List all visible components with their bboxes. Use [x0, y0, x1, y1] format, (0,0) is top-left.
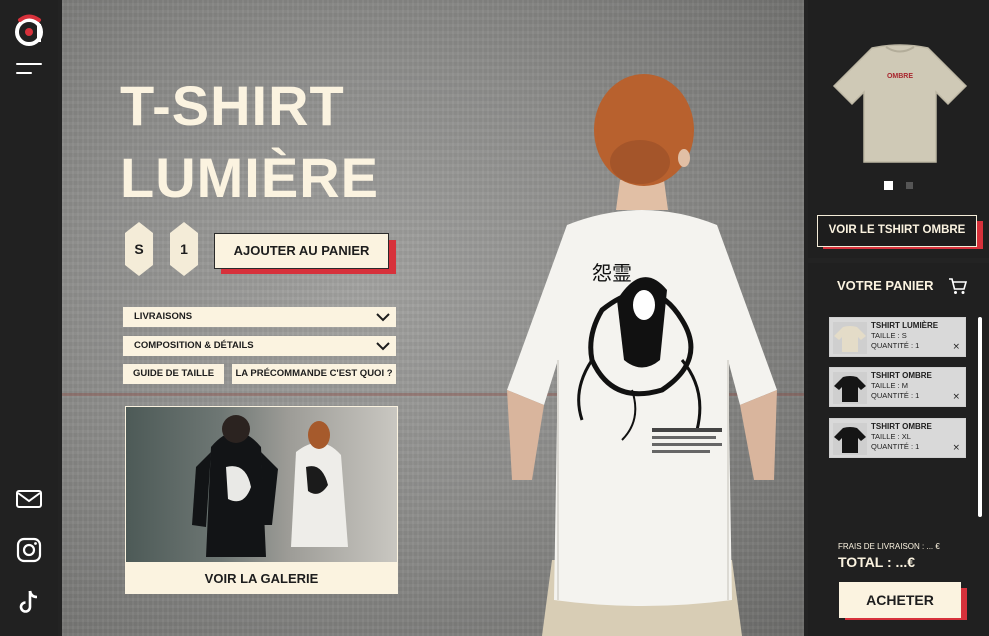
cart-item: TSHIRT LUMIÈRE TAILLE : S QUANTITÉ : 1 ×	[829, 317, 966, 357]
size-stepper[interactable]: S	[125, 222, 153, 276]
cart-title: VOTRE PANIER	[837, 278, 934, 293]
cart-panel: VOTRE PANIER TSHIRT LUMIÈRE TAILLE : S Q…	[808, 263, 989, 636]
product-preview-panel: OMBRE VOIR LE TSHIRT OMBRE	[808, 0, 989, 258]
svg-text:怨霊: 怨霊	[592, 261, 632, 285]
size-increase-arrow-icon[interactable]	[125, 222, 153, 233]
cart-item-thumbnail	[833, 372, 867, 404]
size-decrease-arrow-icon[interactable]	[125, 265, 153, 276]
quantity-value: 1	[170, 233, 198, 265]
cart-total: TOTAL : ...€	[838, 554, 916, 570]
shipping-fee: FRAIS DE LIVRAISON : ... €	[838, 542, 940, 551]
product-print-text: OMBRE	[887, 73, 913, 80]
product-title-line2: LUMIÈRE	[120, 146, 379, 209]
cart-item-size: TAILLE : M	[871, 381, 908, 390]
remove-item-icon[interactable]: ×	[952, 343, 960, 352]
product-title: T-SHIRT LUMIÈRE	[120, 70, 440, 214]
cart-item-name: TSHIRT LUMIÈRE	[871, 321, 939, 330]
tiktok-icon[interactable]	[15, 588, 43, 616]
mail-icon[interactable]	[15, 485, 43, 513]
gallery-photo	[126, 407, 397, 562]
carousel-dot-1[interactable]	[884, 181, 893, 190]
quantity-stepper[interactable]: 1	[170, 222, 198, 276]
cart-scrollbar[interactable]	[978, 317, 982, 517]
carousel-dot-2[interactable]	[906, 182, 913, 189]
instagram-icon[interactable]	[15, 536, 43, 564]
size-guide-button[interactable]: GUIDE DE TAILLE	[123, 364, 224, 384]
cart-item-size: TAILLE : S	[871, 331, 907, 340]
product-title-line1: T-SHIRT	[120, 74, 345, 137]
remove-item-icon[interactable]: ×	[952, 444, 960, 453]
gallery-label: VOIR LA GALERIE	[204, 571, 319, 586]
hero-section: 怨霊 T-SHIRT LUMIÈRE S 1 AJOUTER AU PANIER…	[62, 0, 804, 636]
cart-item: TSHIRT OMBRE TAILLE : XL QUANTITÉ : 1 ×	[829, 418, 966, 458]
product-thumbnail[interactable]: OMBRE	[832, 40, 968, 166]
model-photo: 怨霊	[507, 74, 777, 636]
accordion-label: COMPOSITION & DÉTAILS	[134, 340, 254, 351]
size-value: S	[125, 233, 153, 265]
accordion-composition[interactable]: COMPOSITION & DÉTAILS	[123, 336, 396, 356]
cart-item-thumbnail	[833, 322, 867, 354]
buy-button[interactable]: ACHETER	[839, 582, 961, 618]
see-tshirt-ombre-button[interactable]: VOIR LE TSHIRT OMBRE	[817, 215, 977, 247]
left-sidebar	[0, 0, 58, 636]
accordion-label: LIVRAISONS	[134, 311, 193, 322]
cart-item-thumbnail	[833, 423, 867, 455]
accordion-livraisons[interactable]: LIVRAISONS	[123, 307, 396, 327]
cart-item-name: TSHIRT OMBRE	[871, 422, 932, 431]
cart-item: TSHIRT OMBRE TAILLE : M QUANTITÉ : 1 ×	[829, 367, 966, 407]
shopping-cart-icon[interactable]	[948, 277, 968, 295]
cart-item-size: TAILLE : XL	[871, 432, 911, 441]
preorder-info-button[interactable]: LA PRÉCOMMANDE C'EST QUOI ?	[232, 364, 396, 384]
logo-icon[interactable]	[12, 14, 46, 46]
gallery-card[interactable]: VOIR LA GALERIE	[125, 406, 398, 594]
cart-item-quantity: QUANTITÉ : 1	[871, 442, 920, 451]
cart-item-quantity: QUANTITÉ : 1	[871, 391, 920, 400]
cart-item-name: TSHIRT OMBRE	[871, 371, 932, 380]
chevron-down-icon	[376, 313, 390, 322]
chevron-down-icon	[376, 342, 390, 351]
hamburger-menu-icon[interactable]	[16, 63, 42, 79]
cart-item-quantity: QUANTITÉ : 1	[871, 341, 920, 350]
quantity-increase-arrow-icon[interactable]	[170, 222, 198, 233]
remove-item-icon[interactable]: ×	[952, 393, 960, 402]
quantity-decrease-arrow-icon[interactable]	[170, 265, 198, 276]
add-to-cart-button[interactable]: AJOUTER AU PANIER	[214, 233, 389, 269]
